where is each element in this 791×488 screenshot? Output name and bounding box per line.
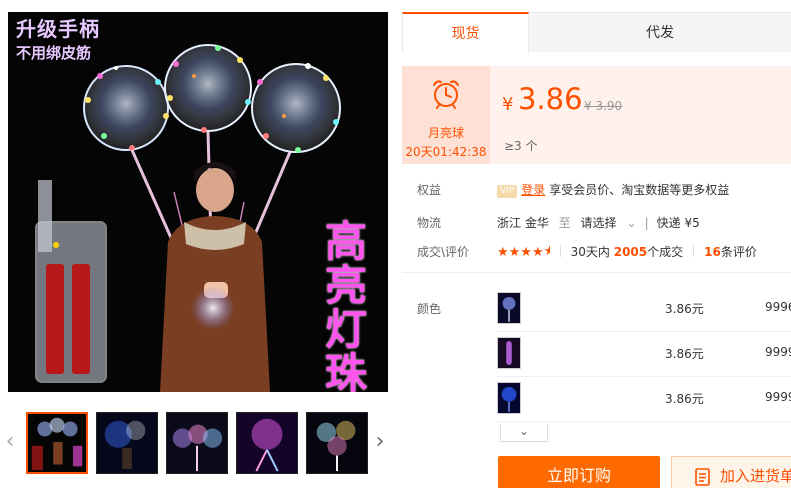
rights-content: VIP 登录 享受会员价、淘宝数据等更多权益 <box>497 180 729 200</box>
login-link[interactable]: 登录 <box>521 183 545 197</box>
image-caption-line1: 升级手柄 <box>16 17 100 41</box>
tab-dropship[interactable]: 代发 <box>529 12 791 52</box>
add-to-purchase-list-button[interactable]: 加入进货单 <box>671 456 791 488</box>
list-icon <box>695 468 710 486</box>
rights-label: 权益 <box>417 183 442 197</box>
purchase-mode-tabs: 现货 代发 <box>402 12 791 53</box>
price-current: 3.86 <box>518 82 583 116</box>
alarm-clock-icon <box>433 80 459 109</box>
promo-event-box: 月亮球 20天01:42:38 <box>402 66 490 164</box>
sku-swatch[interactable] <box>497 382 521 414</box>
sku-price: 3.86元 <box>665 392 704 406</box>
thumbnail-3[interactable] <box>166 412 228 474</box>
sku-row: 3.86元 9996 <box>497 292 791 332</box>
minimum-order-quantity: ≥3 个 <box>504 139 538 153</box>
price-original: ¥ 3.90 <box>584 99 623 113</box>
image-caption-char: 灯 <box>324 305 367 355</box>
thumbnail-5[interactable] <box>306 412 368 474</box>
order-now-button[interactable]: 立即订购 <box>498 456 660 488</box>
vip-badge: VIP <box>497 185 518 198</box>
ship-origin: 浙江 金华 <box>497 216 549 230</box>
promo-event-name: 月亮球 <box>427 126 464 140</box>
chevron-down-icon[interactable]: ⌄ <box>627 213 637 233</box>
image-caption-char: 珠 <box>324 349 367 392</box>
sku-row: 3.86元 9999 <box>497 337 791 377</box>
sales-days-label: 30天内 <box>570 245 610 259</box>
shipping-fee: 快递 ¥5 <box>656 216 700 230</box>
thumbnail-strip: ‹ › <box>0 404 395 478</box>
sku-swatch[interactable] <box>497 292 521 324</box>
destination-select[interactable]: 请选择 <box>581 216 617 230</box>
sales-count-suffix: 个成交 <box>647 245 684 259</box>
sku-price: 3.86元 <box>665 347 704 361</box>
thumbnail-next-arrow-icon[interactable]: › <box>372 428 388 456</box>
rights-text: 享受会员价、淘宝数据等更多权益 <box>549 183 730 197</box>
review-count[interactable]: 16 <box>704 245 721 259</box>
sku-swatch[interactable] <box>497 337 521 369</box>
sales-label: 成交\评价 <box>417 245 470 259</box>
sales-content: ★★★★★ 30天内 2005个成交 16条评价 <box>497 242 757 263</box>
image-caption-top-left: 升级手柄 不用绑皮筋 <box>16 16 100 63</box>
thumbnail-1[interactable] <box>26 412 88 474</box>
image-caption-char: 高 <box>324 217 367 266</box>
logistics-label: 物流 <box>417 216 442 230</box>
thumbnail-prev-arrow-icon[interactable]: ‹ <box>2 428 18 456</box>
image-caption-vertical: 高 亮 灯 珠 <box>320 217 372 392</box>
image-caption-line2: 不用绑皮筋 <box>16 44 92 62</box>
price-currency: ¥ <box>502 94 514 115</box>
expand-skus-button[interactable]: ⌄ <box>500 424 548 442</box>
tab-in-stock[interactable]: 现货 <box>402 12 529 53</box>
color-label: 颜色 <box>417 302 442 316</box>
price-panel: 月亮球 20天01:42:38 ¥ 3.86 ¥ 3.90 ≥3 个 <box>402 66 791 164</box>
sku-stock: 9999 <box>765 390 791 404</box>
add-to-purchase-list-label: 加入进货单 <box>720 467 791 485</box>
sku-stock: 9996 <box>765 300 791 314</box>
main-product-image: 升级手柄 不用绑皮筋 高 亮 灯 珠 <box>8 12 388 392</box>
sku-stock: 9999 <box>765 345 791 359</box>
review-count-suffix[interactable]: 条评价 <box>721 245 757 259</box>
ship-to-label: 至 <box>558 216 571 230</box>
image-caption-char: 亮 <box>324 261 367 311</box>
thumbnail-2[interactable] <box>96 412 158 474</box>
thumbnail-4[interactable] <box>236 412 298 474</box>
sku-row: 3.86元 9999 <box>497 382 791 422</box>
rating-stars-icon: ★★★★★ <box>497 244 550 260</box>
sku-price: 3.86元 <box>665 302 704 316</box>
promo-countdown: 20天01:42:38 <box>405 145 487 159</box>
divider <box>402 272 791 273</box>
logistics-content: 浙江 金华 至 请选择 ⌄ | 快递 ¥5 <box>497 213 700 233</box>
sales-count: 2005 <box>613 245 648 259</box>
